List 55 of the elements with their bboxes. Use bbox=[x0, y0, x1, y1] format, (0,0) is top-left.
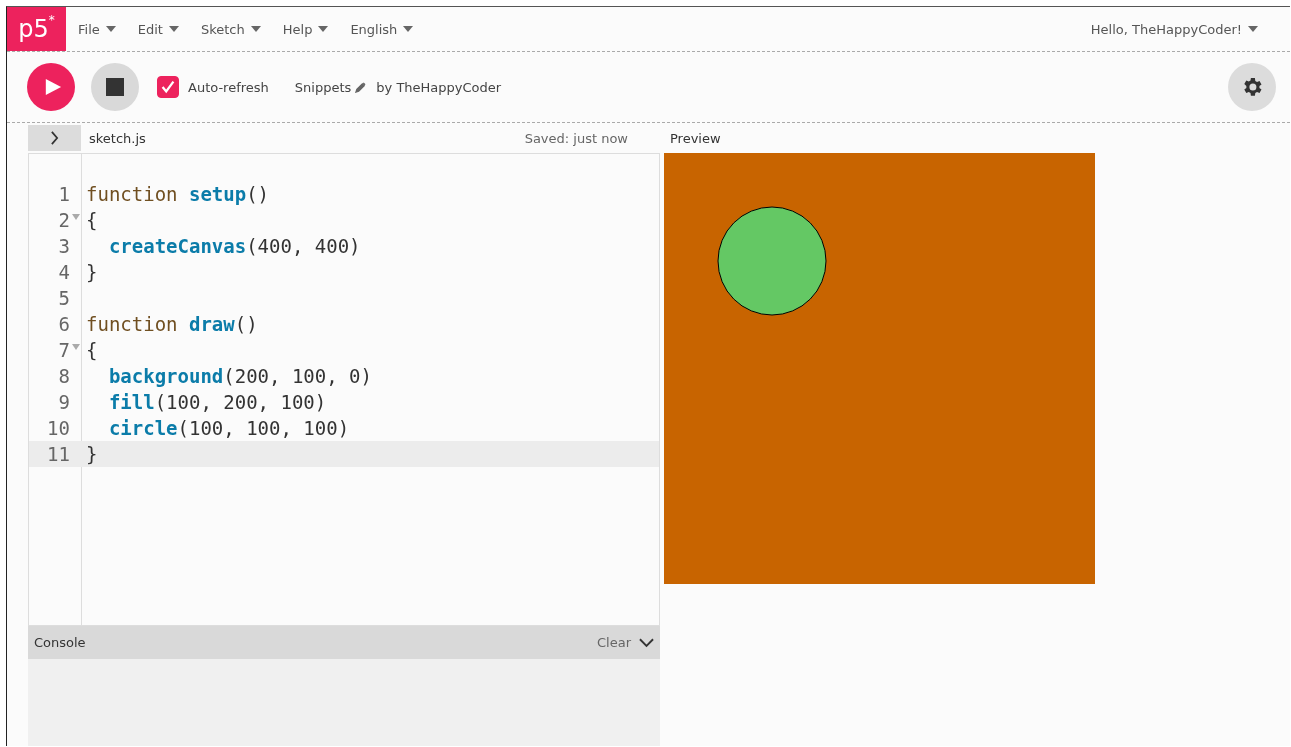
line-number: 3 bbox=[58, 235, 70, 257]
stop-button[interactable] bbox=[91, 63, 139, 111]
line-number: 7 bbox=[58, 339, 70, 361]
caret-icon bbox=[1248, 26, 1258, 32]
caret-icon bbox=[403, 26, 414, 32]
save-status: Saved: just now bbox=[524, 130, 628, 146]
settings-button[interactable] bbox=[1228, 63, 1276, 111]
menu-item[interactable]: Help bbox=[272, 21, 339, 37]
chevron-right-icon bbox=[50, 131, 59, 145]
line-number: 1 bbox=[58, 183, 70, 205]
fold-icon[interactable] bbox=[71, 213, 80, 221]
clear-button[interactable]: Clear bbox=[597, 635, 631, 650]
line-number: 2 bbox=[58, 209, 70, 231]
auto-refresh-checkbox[interactable] bbox=[157, 76, 179, 98]
file-name: sketch.js bbox=[89, 130, 146, 146]
auto-refresh-label: Auto-refresh bbox=[188, 79, 269, 95]
menu-item[interactable]: English bbox=[340, 21, 424, 37]
chevron-down-icon[interactable] bbox=[639, 637, 654, 648]
code-editor[interactable]: 1 function setup() 2 { 3 createCanvas(400, 400) 4 } 5 6 function draw() 7 { 8 background(200, 100, 0) 9 fill(100, 200, 100) 10 circle(100, 100, 100) 11 } bbox=[28, 153, 660, 626]
line-number: 9 bbox=[58, 391, 70, 413]
code-line: createCanvas(400, 400) bbox=[107, 235, 361, 257]
code-line: { bbox=[86, 339, 98, 361]
caret-icon bbox=[168, 26, 179, 32]
code-line: { bbox=[86, 209, 98, 231]
menu-item[interactable]: File bbox=[68, 21, 126, 37]
caret-icon bbox=[250, 26, 261, 32]
pencil-icon[interactable] bbox=[355, 81, 367, 93]
line-number: 11 bbox=[47, 443, 70, 465]
code-line: function draw() bbox=[86, 313, 258, 335]
play-icon bbox=[43, 78, 62, 96]
play-button[interactable] bbox=[27, 63, 75, 111]
preview-title: Preview bbox=[670, 130, 721, 146]
caret-icon bbox=[318, 26, 329, 32]
line-number: 5 bbox=[58, 287, 70, 309]
code-line: circle(100, 100, 100) bbox=[107, 417, 350, 439]
sketch-name[interactable]: Snippets bbox=[294, 79, 352, 95]
code-line: } bbox=[86, 443, 98, 465]
menu-item[interactable]: Edit bbox=[127, 21, 189, 37]
fold-icon[interactable] bbox=[71, 343, 80, 351]
stop-icon bbox=[106, 78, 124, 96]
caret-icon bbox=[105, 26, 116, 32]
p5-logo[interactable]: p5$^{*}$ bbox=[7, 7, 66, 51]
console-title: Console bbox=[34, 635, 86, 650]
line-number: 10 bbox=[47, 417, 70, 439]
line-number: 8 bbox=[58, 365, 70, 387]
line-number: 4 bbox=[58, 261, 70, 283]
code-line: background(200, 100, 0) bbox=[107, 365, 372, 387]
line-number: 6 bbox=[58, 313, 70, 335]
code-line: } bbox=[86, 261, 98, 283]
menu-item[interactable]: Sketch bbox=[190, 21, 271, 37]
author-label: by TheHappyCoder bbox=[376, 79, 502, 95]
code-line: fill(100, 200, 100) bbox=[107, 391, 327, 413]
expand-sidebar-button[interactable] bbox=[28, 125, 81, 151]
user-menu[interactable]: Hello, TheHappyCoder! bbox=[1080, 21, 1268, 37]
code-line: function setup() bbox=[86, 183, 270, 205]
